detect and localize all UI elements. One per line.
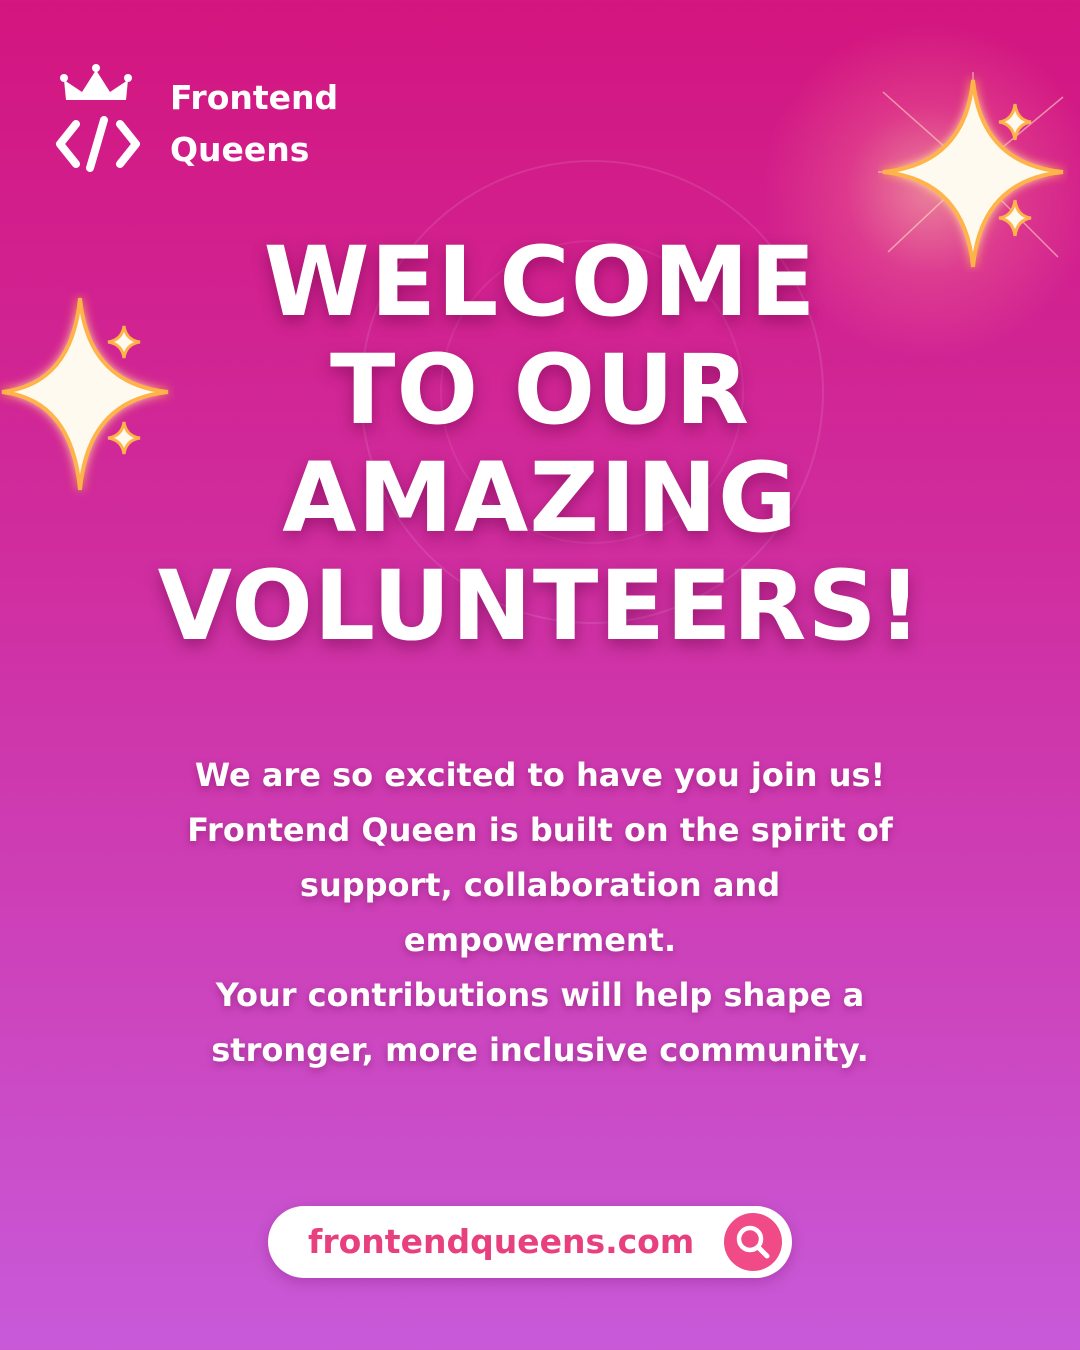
- headline-line2: TO OUR: [330, 334, 750, 446]
- website-url-bar[interactable]: frontendqueens.com: [268, 1206, 792, 1278]
- body-line: empowerment.: [403, 921, 677, 959]
- body-line: Your contributions will help shape a: [215, 976, 865, 1014]
- brand-name-line2: Queens: [170, 130, 310, 169]
- body-line: stronger, more inclusive community.: [211, 1031, 869, 1069]
- body-line: support, collaboration and: [299, 866, 781, 904]
- search-button[interactable]: [724, 1213, 782, 1271]
- headline-line4: VOLUNTEERS!: [157, 550, 923, 662]
- headline-line1: WELCOME: [263, 226, 817, 338]
- crown-code-icon: [56, 64, 140, 172]
- search-icon: [736, 1225, 770, 1259]
- body-line: We are so excited to have you join us!: [194, 756, 886, 794]
- page-title: WELCOME TO OUR AMAZING VOLUNTEERS!: [0, 228, 1080, 660]
- headline-line3: AMAZING: [282, 442, 798, 554]
- brand-name: Frontend Queens: [170, 72, 338, 176]
- brand-name-line1: Frontend: [170, 78, 339, 117]
- body-line: Frontend Queen is built on the spirit of: [187, 811, 893, 849]
- welcome-message: We are so excited to have you join us! F…: [120, 748, 960, 1078]
- website-url[interactable]: frontendqueens.com: [308, 1206, 694, 1278]
- brand-logo[interactable]: Frontend Queens: [52, 64, 382, 174]
